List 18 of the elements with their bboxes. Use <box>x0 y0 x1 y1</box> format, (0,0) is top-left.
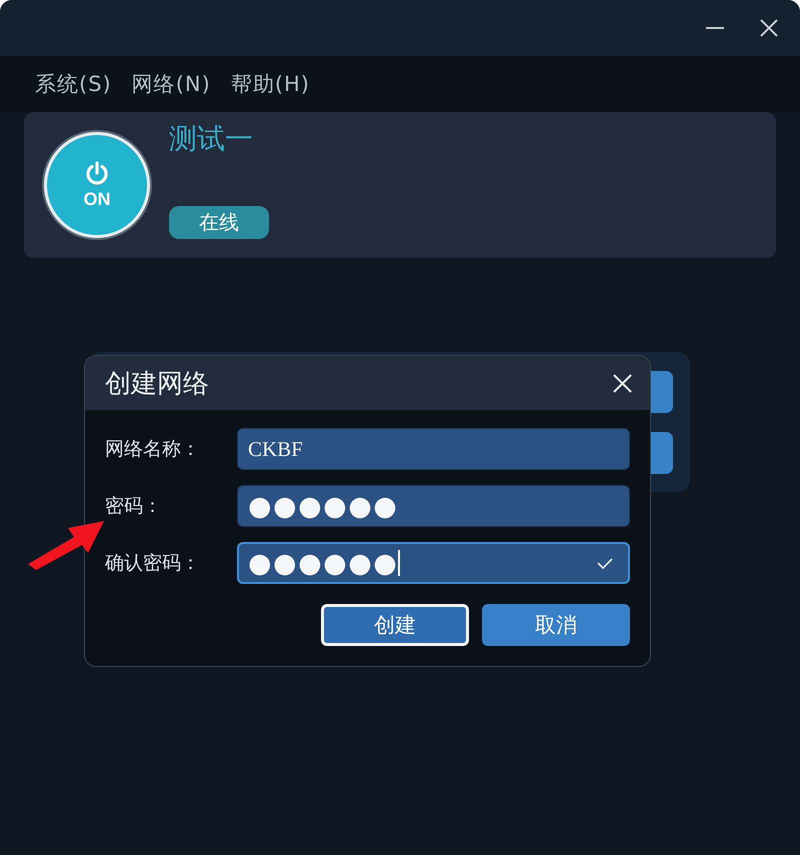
field-label: 网络名称： <box>105 437 201 462</box>
dialog-button[interactable]: 取消 <box>482 604 630 646</box>
menu-item[interactable]: 网络(N) <box>132 70 211 98</box>
status-badge: 在线 <box>169 206 269 239</box>
device-name: 测试一 <box>169 121 253 157</box>
power-icon <box>85 161 109 187</box>
close-icon[interactable] <box>760 19 778 37</box>
field-label: 确认密码： <box>105 551 201 576</box>
input-field[interactable]: CKBF <box>237 428 630 470</box>
check-icon <box>597 558 613 568</box>
input-field[interactable]: ●●●●●● <box>237 542 630 584</box>
field-label: 密码： <box>105 494 163 519</box>
dialog-button[interactable]: 创建 <box>321 604 469 646</box>
dialog-title: 创建网络 <box>105 368 209 400</box>
menu-item[interactable]: 系统(S) <box>35 70 112 98</box>
text-cursor-icon <box>398 550 400 576</box>
menu-item[interactable]: 帮助(H) <box>230 70 310 98</box>
input-field[interactable]: ●●●●●● <box>237 485 630 527</box>
